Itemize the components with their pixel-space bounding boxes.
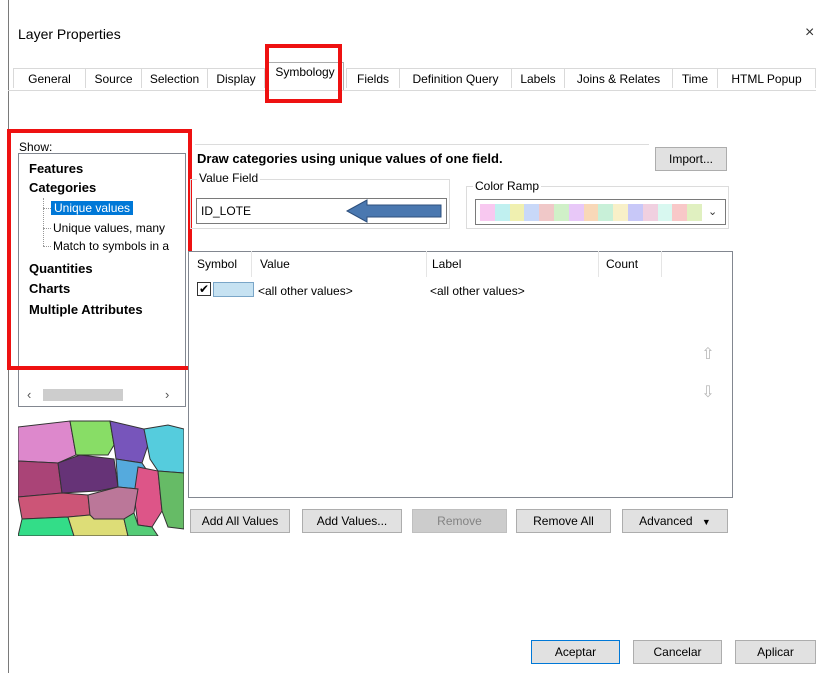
ok-button[interactable]: Aceptar [531,640,620,664]
value-field-dropdown[interactable]: ID_LOTE [196,198,447,224]
chevron-down-icon[interactable]: ⌄ [708,205,717,218]
show-list[interactable]: Features Categories Unique values Unique… [18,153,186,386]
color-ramp-stop [480,204,495,221]
scroll-right-icon[interactable]: › [165,387,169,402]
tree-line [43,208,51,209]
add-values-button[interactable]: Add Values... [302,509,402,533]
column-header-symbol[interactable]: Symbol [197,257,237,271]
show-item-unique-values-many[interactable]: Unique values, many [53,221,165,235]
cancel-button[interactable]: Cancelar [633,640,722,664]
show-item-multiple-attributes[interactable]: Multiple Attributes [29,302,143,317]
color-ramp-stop [509,204,525,221]
close-icon[interactable]: × [805,24,814,42]
color-ramp-stop [494,204,510,221]
tab-labels[interactable]: Labels [511,68,565,88]
row-visibility-checkbox[interactable]: ✔ [197,282,211,296]
remove-all-button[interactable]: Remove All [516,509,611,533]
show-list-scrollbar[interactable]: ‹ › [18,385,186,407]
move-up-icon[interactable]: ⇧ [697,344,719,366]
color-ramp-stop [627,204,643,221]
apply-button[interactable]: Aplicar [735,640,816,664]
heading-rule [195,144,649,145]
dialog-title: Layer Properties [18,26,121,42]
column-header-count[interactable]: Count [606,257,638,271]
value-field-value: ID_LOTE [201,204,252,218]
advanced-button[interactable]: Advanced ▼ [622,509,728,533]
tab-display[interactable]: Display [207,68,265,88]
row-label[interactable]: <all other values> [430,284,525,298]
advanced-label: Advanced [639,514,693,528]
tree-line [43,228,51,229]
tab-time[interactable]: Time [672,68,718,88]
color-ramp-swatch [480,204,702,221]
color-ramp-dropdown[interactable]: ⌄ [475,199,726,225]
tab-fields[interactable]: Fields [346,68,400,88]
column-separator [661,251,662,277]
scroll-left-icon[interactable]: ‹ [27,387,31,402]
color-ramp-stop [524,204,540,221]
dropdown-arrow-icon: ▼ [701,517,711,527]
tab-joins-relates[interactable]: Joins & Relates [564,68,673,88]
column-separator [598,251,599,277]
import-button[interactable]: Import... [655,147,727,171]
tab-general[interactable]: General [13,68,86,88]
move-down-icon[interactable]: ⇩ [697,382,719,404]
row-symbol-swatch[interactable] [213,282,254,297]
column-separator [251,251,252,277]
tree-line [43,198,44,246]
show-label: Show: [19,140,53,154]
add-all-values-button[interactable]: Add All Values [190,509,290,533]
show-item-features[interactable]: Features [29,161,83,176]
tab-selection[interactable]: Selection [141,68,208,88]
remove-button[interactable]: Remove [412,509,507,533]
tab-symbology[interactable]: Symbology [266,62,344,90]
color-ramp-stop [687,204,702,221]
color-ramp-stop [553,204,569,221]
value-field-label: Value Field [197,171,261,185]
color-ramp-stop [613,204,628,221]
show-item-categories[interactable]: Categories [29,180,96,195]
render-heading: Draw categories using unique values of o… [197,151,503,166]
column-header-label[interactable]: Label [432,257,461,271]
column-separator [426,251,427,277]
show-item-quantities[interactable]: Quantities [29,261,93,276]
row-value[interactable]: <all other values> [258,284,353,298]
color-ramp-stop [672,204,688,221]
show-item-charts[interactable]: Charts [29,281,70,296]
color-ramp-label: Color Ramp [473,179,542,193]
tab-source[interactable]: Source [85,68,142,88]
color-ramp-stop [598,204,614,221]
color-ramp-stop [583,204,599,221]
tab-html-popup[interactable]: HTML Popup [717,68,816,88]
color-ramp-stop [657,204,673,221]
tree-line [43,246,51,247]
color-ramp-stop [568,204,584,221]
scroll-thumb[interactable] [43,389,123,401]
column-header-value[interactable]: Value [260,257,290,271]
color-ramp-stop [539,204,554,221]
color-ramp-stop [642,204,658,221]
annotation-arrow-icon [345,199,442,223]
tab-definition-query[interactable]: Definition Query [399,68,512,88]
show-item-match-to-symbols[interactable]: Match to symbols in a [53,239,169,253]
preview-map-image [18,415,184,536]
show-item-unique-values[interactable]: Unique values [51,201,134,215]
